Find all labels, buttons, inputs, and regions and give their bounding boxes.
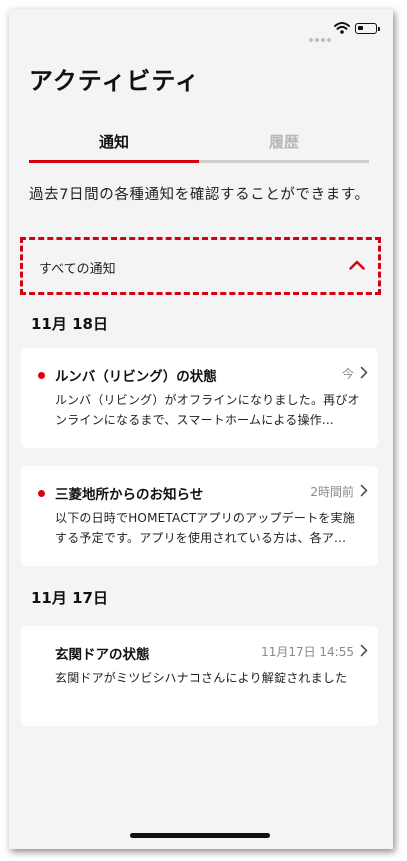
notification-title: 玄関ドアの状態: [55, 647, 150, 663]
date-header: 11月 17日: [31, 589, 108, 607]
status-bar: [9, 9, 393, 49]
unread-dot: [38, 490, 45, 497]
page-title: アクティビティ: [29, 67, 200, 95]
tab-history[interactable]: 履歴: [199, 127, 369, 163]
battery-icon: [355, 23, 380, 34]
chevron-right-icon: [360, 366, 368, 379]
unread-dot: [38, 372, 45, 379]
notification-card[interactable]: 玄関ドアの状態 11月17日 14:55 玄関ドアがミツビシハナコさんにより解錠…: [21, 626, 378, 726]
notification-time: 今: [341, 367, 354, 381]
notification-time: 2時間前: [310, 485, 354, 499]
home-indicator: [130, 833, 270, 838]
description-text: 過去7日間の各種通知を確認することができます。: [29, 187, 370, 203]
wifi-icon: [334, 22, 350, 34]
notification-title: ルンバ（リビング）の状態: [55, 369, 217, 385]
signal-icon: [309, 27, 333, 46]
notification-card[interactable]: ルンバ（リビング）の状態 今 ルンバ（リビング）がオフラインになりました。再びオ…: [21, 348, 378, 448]
notification-card[interactable]: 三菱地所からのお知らせ 2時間前 以下の日時でHOMETACTアプリのアップデー…: [21, 466, 378, 566]
chevron-up-icon: [349, 260, 365, 270]
notification-body: ルンバ（リビング）がオフラインになりました。再びオンラインになるまで、スマートホ…: [55, 393, 360, 427]
phone-screen: アクティビティ 通知 履歴 過去7日間の各種通知を確認することができます。 すべ…: [9, 9, 393, 849]
notification-body: 以下の日時でHOMETACTアプリのアップデートを実施する予定です。アプリを使用…: [55, 511, 355, 545]
tab-bar: 通知 履歴: [29, 127, 369, 163]
notification-title: 三菱地所からのお知らせ: [55, 487, 204, 503]
date-header: 11月 18日: [31, 315, 108, 333]
filter-label: すべての通知: [39, 262, 116, 277]
tab-notifications[interactable]: 通知: [29, 127, 199, 163]
notification-body: 玄関ドアがミツビシハナコさんにより解錠されました: [55, 671, 348, 685]
chevron-right-icon: [360, 644, 368, 657]
filter-dropdown[interactable]: すべての通知: [20, 237, 381, 295]
notification-time: 11月17日 14:55: [261, 645, 354, 659]
chevron-right-icon: [360, 484, 368, 497]
